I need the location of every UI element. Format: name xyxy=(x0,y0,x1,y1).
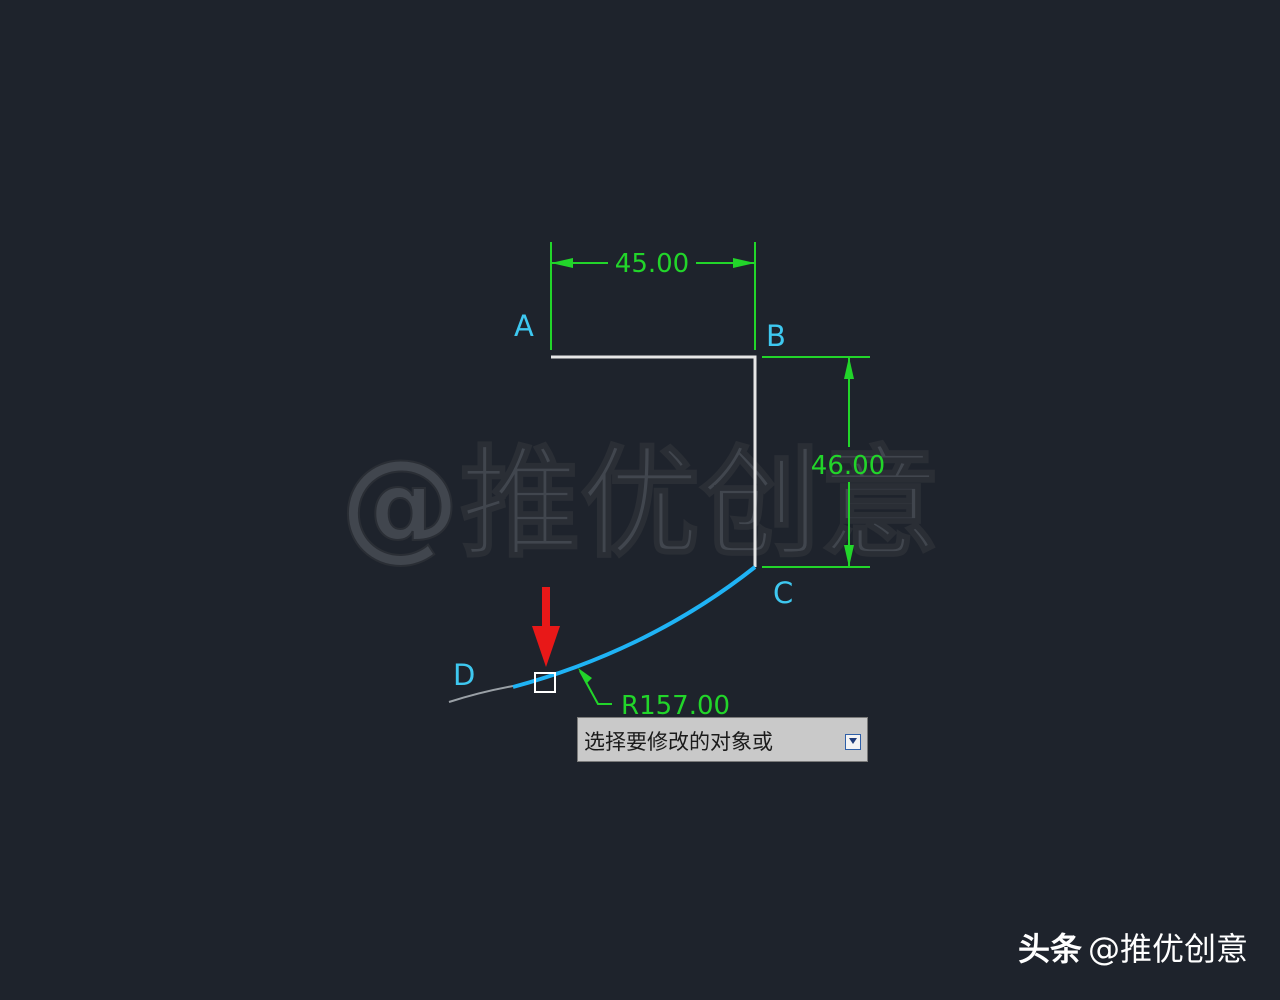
point-label-c: C xyxy=(773,576,793,610)
dimension-horizontal-value: 45.00 xyxy=(615,249,689,279)
point-label-a: A xyxy=(514,309,534,343)
command-prompt-tooltip[interactable]: 选择要修改的对象或 xyxy=(577,717,868,762)
red-arrow-marker-icon xyxy=(532,587,560,667)
point-label-b: B xyxy=(766,319,786,353)
footer-brand: 头条 xyxy=(1017,930,1082,968)
cad-drawing-canvas[interactable]: @推优创意 45.00 46.00 R157.00 A B C D xyxy=(0,0,1280,1000)
footer-handle: @推优创意 xyxy=(1087,930,1248,968)
command-prompt-text: 选择要修改的对象或 xyxy=(584,730,773,754)
dimension-vertical-value: 46.00 xyxy=(811,451,885,481)
dropdown-arrow-icon[interactable] xyxy=(845,734,861,750)
point-label-d: D xyxy=(453,658,475,692)
footer-credit: 头条 @推优创意 xyxy=(1018,924,1248,970)
dimension-radius-leader xyxy=(578,668,612,705)
